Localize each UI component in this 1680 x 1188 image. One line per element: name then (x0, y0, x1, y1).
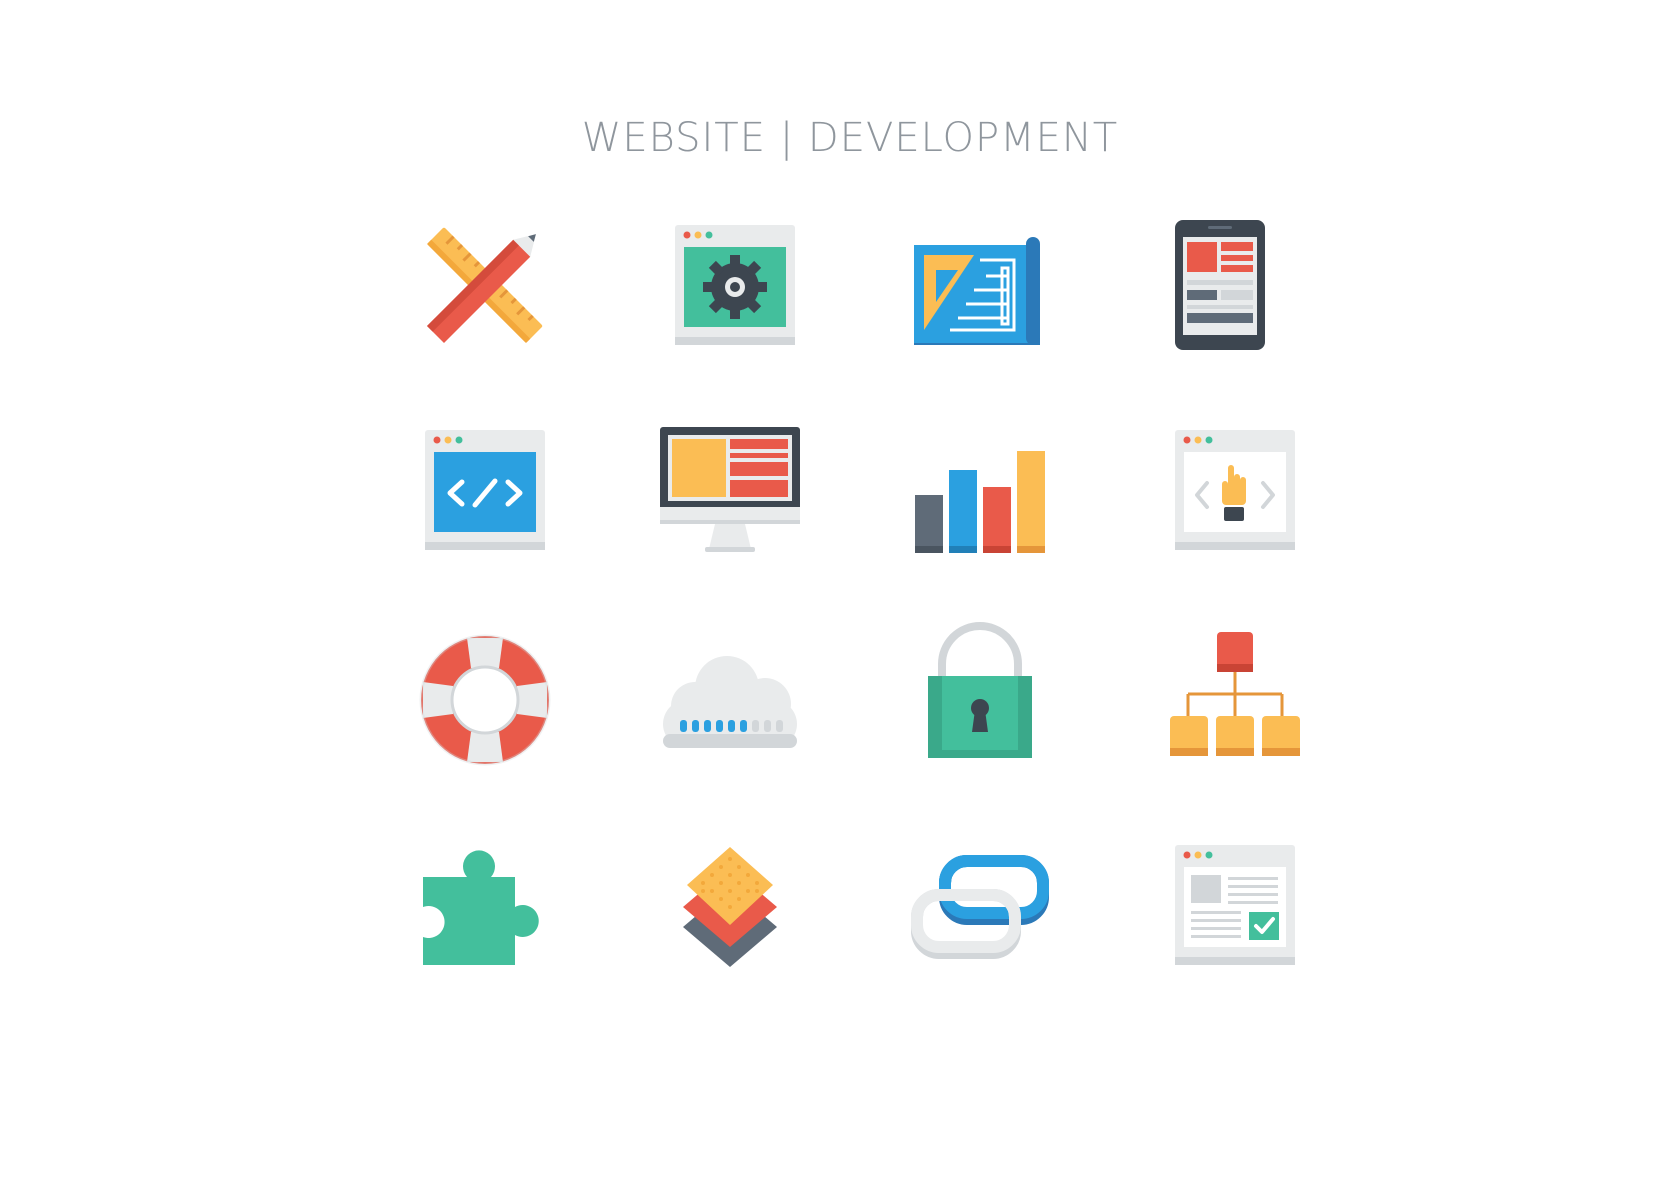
padlock-icon (905, 620, 1055, 760)
link-icon (905, 835, 1055, 975)
layers-icon (655, 830, 805, 970)
cloud-storage-icon (655, 630, 805, 770)
lifebuoy-icon (410, 630, 560, 770)
browser-touch-icon (1160, 420, 1310, 560)
puzzle-piece-icon (410, 835, 560, 975)
desktop-monitor-icon (655, 420, 805, 560)
blueprint-icon (905, 215, 1055, 355)
browser-checklist-icon (1160, 835, 1310, 975)
pencil-ruler-icon (410, 215, 560, 355)
browser-code-icon (410, 420, 560, 560)
bar-chart-icon (905, 420, 1055, 560)
sitemap-icon (1160, 620, 1310, 760)
icon-grid (0, 0, 1680, 1188)
browser-settings-icon (660, 215, 810, 355)
tablet-layout-icon (1145, 215, 1295, 355)
